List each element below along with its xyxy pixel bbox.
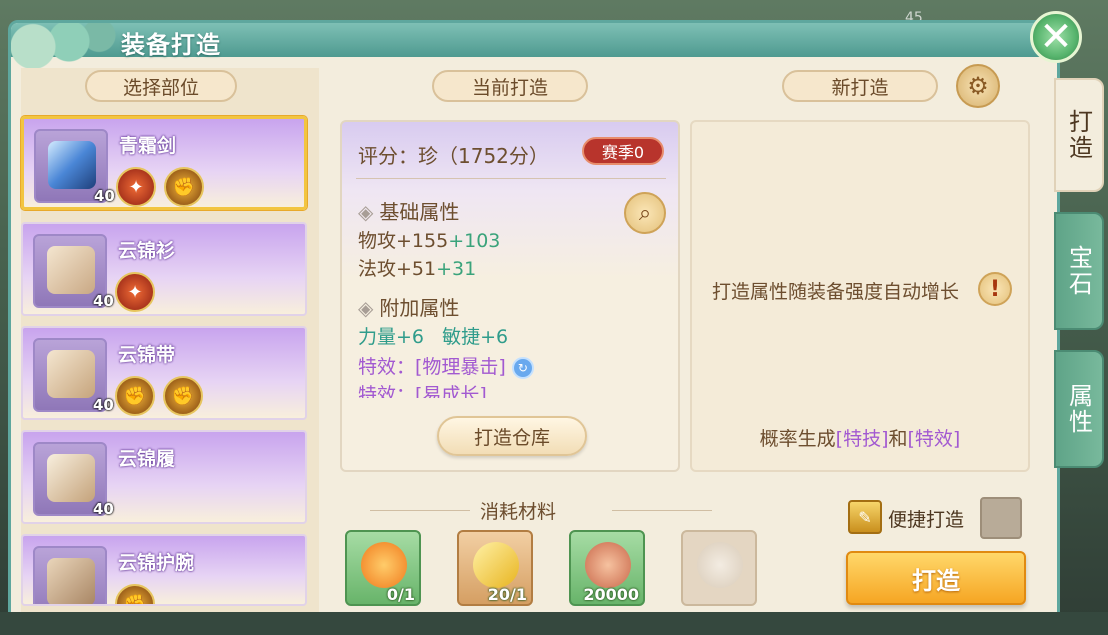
lock-icon bbox=[697, 542, 743, 588]
new-forge-header: 新打造 bbox=[782, 70, 938, 102]
equipment-thumbnail: 40 bbox=[34, 129, 115, 205]
stat-magic-attack: 法攻+51+31 bbox=[358, 258, 477, 280]
material-count: 0/1 bbox=[386, 585, 415, 604]
score-text: 评分：珍（1752分） bbox=[358, 144, 549, 168]
equipment-name: 云锦衫 bbox=[118, 240, 176, 262]
equipment-name: 云锦带 bbox=[118, 344, 176, 366]
extra-attr-title: ◈ 附加属性 bbox=[358, 296, 460, 320]
fire-skill-icon: ✦ bbox=[116, 167, 156, 207]
auto-growth-note: 打造属性随装备强度自动增长 bbox=[712, 281, 960, 303]
close-icon: ✕ bbox=[1039, 14, 1073, 60]
gold-scroll-icon bbox=[473, 542, 519, 588]
fire-skill-icon: ✦ bbox=[115, 272, 155, 312]
material-slot[interactable]: 20/1 bbox=[457, 530, 533, 606]
tab-attribute[interactable]: 属性 bbox=[1054, 350, 1104, 468]
info-exclamation-icon[interactable]: ! bbox=[978, 272, 1012, 306]
effect-line-2: 特效：[易成长] bbox=[358, 384, 487, 398]
divider bbox=[356, 178, 666, 179]
tab-forge[interactable]: 打造 bbox=[1054, 78, 1104, 192]
settings-gear-icon[interactable]: ⚙ bbox=[956, 64, 1000, 108]
material-count: 20000 bbox=[583, 585, 639, 604]
select-part-header: 选择部位 bbox=[85, 70, 237, 102]
divider bbox=[370, 510, 470, 511]
magnify-icon[interactable]: ⌕ bbox=[624, 192, 666, 234]
equipment-item[interactable]: 40 云锦带 ✊ ✊ bbox=[21, 326, 307, 420]
equipment-icon bbox=[48, 141, 96, 189]
stat-phys-attack: 物攻+155+103 bbox=[358, 230, 501, 252]
current-forge-header: 当前打造 bbox=[432, 70, 588, 102]
orange-stone-icon bbox=[361, 542, 407, 588]
quick-forge-checkbox[interactable] bbox=[980, 497, 1022, 539]
equipment-item[interactable]: 40 云锦履 bbox=[21, 430, 307, 524]
probability-note: 概率生成[特技]和[特效] bbox=[759, 428, 961, 450]
equipment-name: 青霜剑 bbox=[119, 135, 177, 157]
equipment-thumbnail: 40 bbox=[33, 234, 114, 310]
cloud-decoration-icon bbox=[11, 23, 117, 69]
materials-title: 消耗材料 bbox=[480, 501, 557, 523]
equipment-icon bbox=[47, 454, 95, 502]
season-badge: 赛季0 bbox=[582, 137, 664, 165]
equipment-name: 云锦履 bbox=[118, 448, 176, 470]
material-count: 20/1 bbox=[487, 585, 527, 604]
diamond-icon: ◈ bbox=[358, 296, 374, 320]
quick-forge-label: 便捷打造 bbox=[888, 509, 965, 531]
equipment-level: 40 bbox=[94, 187, 115, 205]
material-slot[interactable]: 20000 bbox=[569, 530, 645, 606]
fist-skill-icon: ✊ bbox=[164, 167, 204, 207]
effect-line-1: 特效：[物理暴击] ↻ bbox=[358, 352, 534, 379]
fist-skill-icon: ✊ bbox=[115, 376, 155, 416]
tab-gem[interactable]: 宝石 bbox=[1054, 212, 1104, 330]
equipment-icon bbox=[47, 350, 95, 398]
fist-skill-icon: ✊ bbox=[115, 584, 155, 604]
equipment-item[interactable]: 40 青霜剑 ✦ ✊ bbox=[21, 116, 307, 210]
equipment-item[interactable]: 40 云锦护腕 ✊ bbox=[21, 534, 307, 606]
equipment-icon bbox=[47, 246, 95, 294]
equipment-level: 40 bbox=[93, 396, 114, 414]
scroll-icon: ✎ bbox=[848, 500, 882, 534]
swirl-icon[interactable]: ↻ bbox=[511, 356, 534, 379]
equipment-level: 40 bbox=[93, 292, 114, 310]
close-button[interactable]: ✕ bbox=[1030, 11, 1082, 63]
equipment-thumbnail: 40 bbox=[33, 546, 107, 604]
equipment-thumbnail: 40 bbox=[33, 338, 114, 414]
current-forge-card: 评分：珍（1752分） 赛季0 ◈ 基础属性 物攻+155+103 法攻+51+3… bbox=[340, 120, 680, 472]
new-forge-card: 打造属性随装备强度自动增长 ! 概率生成[特技]和[特效] bbox=[690, 120, 1030, 472]
base-attr-title: ◈ 基础属性 bbox=[358, 200, 460, 224]
equipment-thumbnail: 40 bbox=[33, 442, 114, 518]
equipment-level: 40 bbox=[93, 500, 114, 518]
material-slot[interactable] bbox=[681, 530, 757, 606]
equipment-item[interactable]: 40 云锦衫 ✦ bbox=[21, 222, 307, 316]
title-bar: 装备打造 bbox=[11, 23, 1057, 69]
equipment-icon bbox=[47, 558, 95, 604]
diamond-icon: ◈ bbox=[358, 200, 374, 224]
stat-extra-line: 力量+6 敏捷+6 bbox=[358, 326, 509, 348]
divider bbox=[612, 510, 712, 511]
forge-button[interactable]: 打造 bbox=[846, 551, 1026, 605]
fist-skill-icon: ✊ bbox=[163, 376, 203, 416]
bottom-decoration bbox=[0, 612, 1108, 635]
equipment-level: 40 bbox=[93, 604, 114, 606]
copper-coin-icon bbox=[585, 542, 631, 588]
forge-warehouse-button[interactable]: 打造仓库 bbox=[437, 416, 587, 456]
window-title: 装备打造 bbox=[121, 31, 221, 59]
material-slot[interactable]: 0/1 bbox=[345, 530, 421, 606]
equipment-name: 云锦护腕 bbox=[118, 552, 195, 574]
